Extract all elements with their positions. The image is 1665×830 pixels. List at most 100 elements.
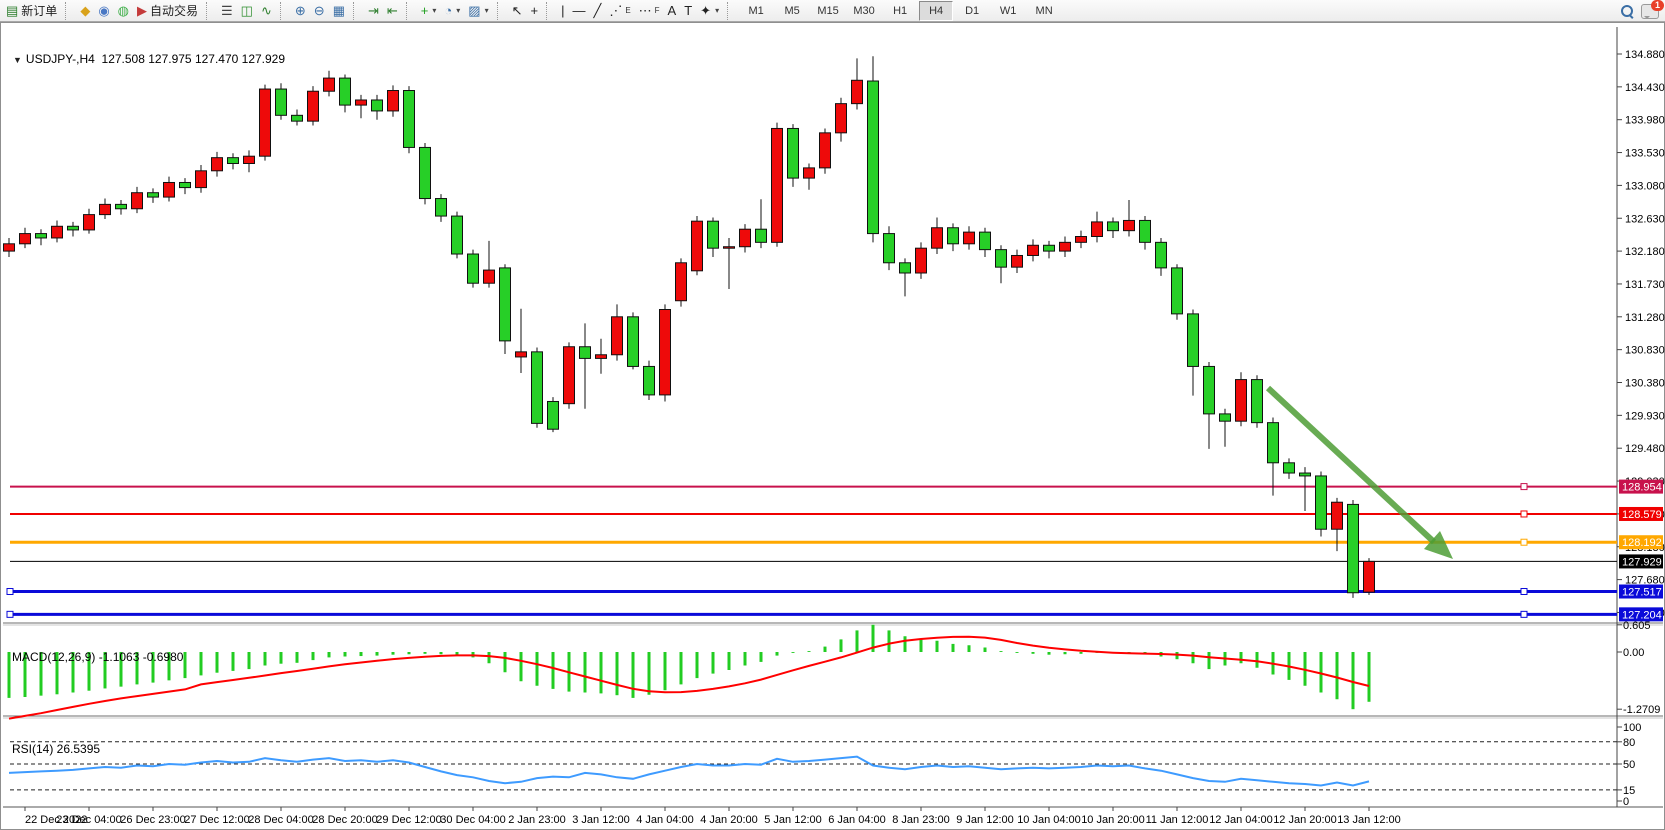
timeframe-button-M30[interactable]: M30	[847, 1, 881, 21]
candlestick[interactable]	[1140, 220, 1151, 242]
equidistant-channel-button[interactable]: ⋰E	[605, 1, 634, 21]
line-handle[interactable]	[1521, 511, 1527, 517]
candlestick[interactable]	[1172, 268, 1183, 314]
candlestick[interactable]	[1204, 366, 1215, 413]
candlestick[interactable]	[852, 80, 863, 103]
candlestick[interactable]	[580, 347, 591, 359]
search-button[interactable]	[1621, 5, 1633, 17]
candlestick[interactable]	[68, 226, 79, 230]
candlestick[interactable]	[1236, 380, 1247, 422]
label-button[interactable]: T	[680, 1, 696, 21]
candlestick[interactable]	[980, 232, 991, 250]
candlestick[interactable]	[500, 268, 511, 341]
templates-button[interactable]: ▨▾	[464, 1, 492, 21]
candlestick[interactable]	[372, 100, 383, 111]
timeframe-button-M15[interactable]: M15	[811, 1, 845, 21]
candlestick[interactable]	[452, 216, 463, 254]
candlestick[interactable]	[1316, 476, 1327, 529]
symbol-dropdown-icon[interactable]: ▼	[13, 55, 22, 65]
candlestick[interactable]	[564, 347, 575, 404]
candlestick[interactable]	[100, 204, 111, 214]
candlestick[interactable]	[388, 91, 399, 111]
candlestick[interactable]	[1332, 502, 1343, 529]
new-chart-button[interactable]: +▾	[417, 1, 441, 21]
notifications-button[interactable]: 1	[1641, 4, 1659, 19]
candlestick[interactable]	[836, 104, 847, 133]
candlestick[interactable]	[884, 234, 895, 263]
candlestick[interactable]	[356, 100, 367, 105]
candlestick[interactable]	[516, 352, 527, 357]
candlestick[interactable]	[1348, 504, 1359, 592]
candlestick[interactable]	[244, 156, 255, 163]
candlestick[interactable]	[596, 355, 607, 359]
candlestick[interactable]	[628, 317, 639, 367]
candlestick[interactable]	[676, 263, 687, 301]
candlestick[interactable]	[996, 250, 1007, 268]
candlestick[interactable]	[1044, 245, 1055, 251]
candlestick[interactable]	[196, 171, 207, 188]
candlestick[interactable]	[84, 215, 95, 230]
candlestick[interactable]	[20, 234, 31, 244]
candlestick[interactable]	[308, 91, 319, 121]
candlestick[interactable]	[1252, 380, 1263, 423]
community-button[interactable]: ◉	[94, 1, 113, 21]
chart-shift-button[interactable]: ⇤	[383, 1, 402, 21]
candlestick[interactable]	[132, 193, 143, 209]
candlestick[interactable]	[404, 91, 415, 148]
candlestick[interactable]	[900, 263, 911, 273]
line-handle[interactable]	[1521, 611, 1527, 617]
candlestick[interactable]	[1076, 237, 1087, 243]
candlestick[interactable]	[932, 228, 943, 248]
candlestick[interactable]	[324, 78, 335, 91]
candlestick[interactable]	[724, 247, 735, 249]
candlestick[interactable]	[52, 226, 63, 238]
candlestick[interactable]	[804, 168, 815, 178]
candlestick[interactable]	[612, 317, 623, 355]
candlestick[interactable]	[1092, 222, 1103, 237]
candlestick[interactable]	[820, 133, 831, 168]
line-handle[interactable]	[1521, 539, 1527, 545]
candlestick[interactable]	[660, 310, 671, 395]
candlestick[interactable]	[548, 401, 559, 429]
timeframe-button-MN[interactable]: MN	[1027, 1, 1061, 21]
candlestick[interactable]	[212, 158, 223, 171]
candlestick[interactable]	[116, 204, 127, 208]
periods-button[interactable]: ◔▾	[440, 1, 464, 21]
candlestick[interactable]	[644, 366, 655, 394]
candlestick[interactable]	[1364, 561, 1375, 592]
zoom-out-button[interactable]: ⊖	[310, 1, 329, 21]
candlestick[interactable]	[484, 270, 495, 283]
chart-canvas[interactable]: 134.880134.430133.980133.530133.080132.6…	[1, 23, 1665, 830]
crosshair-button[interactable]: +	[527, 1, 543, 21]
candlestick[interactable]	[1188, 314, 1199, 367]
candlestick[interactable]	[292, 115, 303, 121]
timeframe-button-D1[interactable]: D1	[955, 1, 989, 21]
line-handle[interactable]	[7, 611, 13, 617]
candlestick[interactable]	[4, 244, 15, 251]
candlestick[interactable]	[468, 254, 479, 283]
timeframe-button-M5[interactable]: M5	[775, 1, 809, 21]
candlestick[interactable]	[788, 128, 799, 178]
line-handle[interactable]	[1521, 484, 1527, 490]
auto-scroll-button[interactable]: ⇥	[364, 1, 383, 21]
zoom-in-button[interactable]: ⊕	[291, 1, 310, 21]
timeframe-button-H1[interactable]: H1	[883, 1, 917, 21]
cursor-button[interactable]: ↖	[508, 1, 527, 21]
candlestick[interactable]	[1060, 242, 1071, 251]
bar-chart-button[interactable]: ☰	[217, 1, 237, 21]
candlestick[interactable]	[692, 221, 703, 271]
timeframe-button-W1[interactable]: W1	[991, 1, 1025, 21]
tile-windows-button[interactable]: ▦	[329, 1, 349, 21]
candlestick[interactable]	[436, 199, 447, 217]
candlestick[interactable]	[948, 228, 959, 244]
candlestick[interactable]	[740, 229, 751, 247]
candlestick[interactable]	[260, 89, 271, 156]
candlestick[interactable]	[868, 81, 879, 234]
candlestick[interactable]	[1300, 473, 1311, 476]
trendline-button[interactable]: ╱	[589, 1, 605, 21]
new-order-button[interactable]: ▤新订单	[2, 1, 61, 21]
fibonacci-button[interactable]: ⋯F	[635, 1, 664, 21]
candlestick[interactable]	[148, 193, 159, 197]
candlestick[interactable]	[180, 182, 191, 187]
candlestick[interactable]	[1156, 242, 1167, 268]
